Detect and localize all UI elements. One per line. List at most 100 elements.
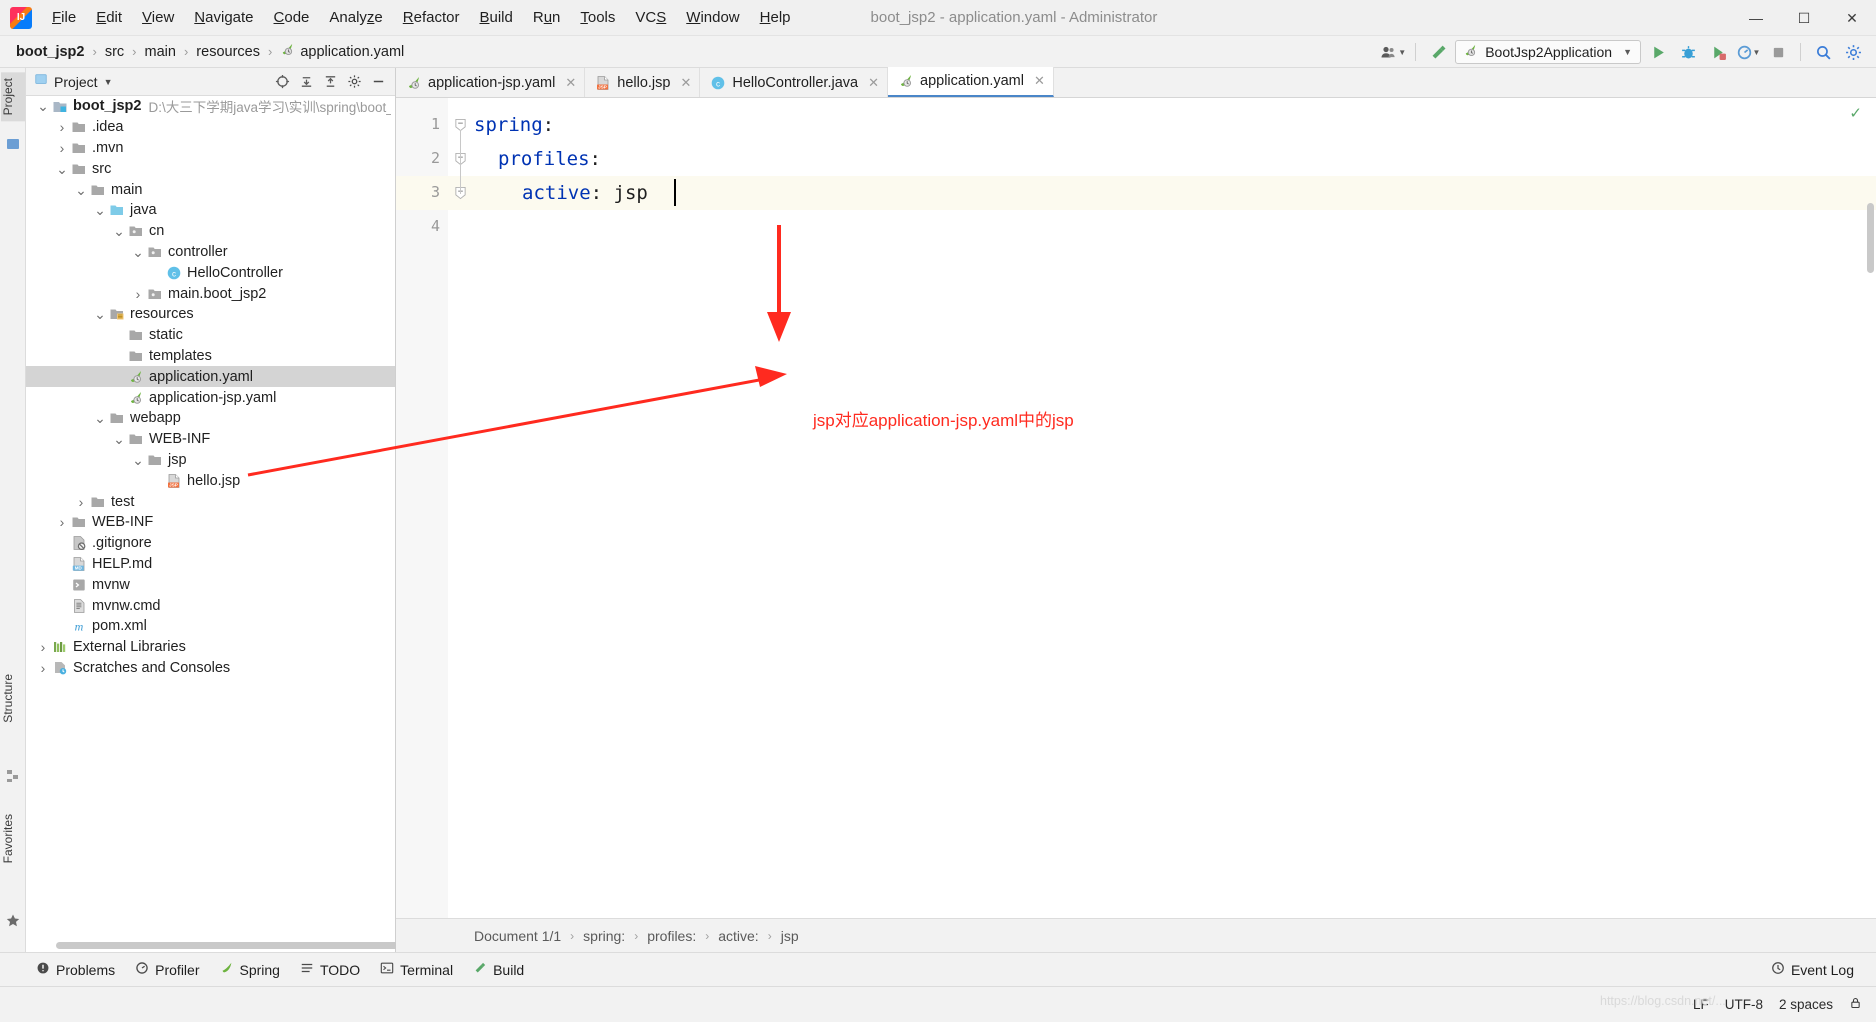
- chevron-right-icon[interactable]: ›: [55, 119, 69, 135]
- chevron-down-icon[interactable]: ⌄: [36, 99, 50, 113]
- close-icon[interactable]: ✕: [680, 75, 691, 91]
- breadcrumb-item-file[interactable]: application.yaml: [276, 40, 408, 63]
- status-indent[interactable]: 2 spaces: [1779, 997, 1833, 1012]
- editor-breadcrumb-jsp[interactable]: jsp: [781, 928, 799, 944]
- inspection-status-icon[interactable]: ✓: [1849, 104, 1862, 122]
- menu-window[interactable]: Window: [676, 6, 749, 30]
- close-icon[interactable]: ✕: [565, 75, 576, 91]
- menu-help[interactable]: Help: [750, 6, 801, 30]
- chevron-right-icon[interactable]: ›: [74, 494, 88, 510]
- maximize-button[interactable]: ☐: [1780, 0, 1828, 36]
- menu-refactor[interactable]: Refactor: [393, 6, 470, 30]
- tree-row-resources[interactable]: ⌄ resources: [26, 304, 395, 325]
- collapse-all-icon[interactable]: [319, 71, 341, 93]
- tree-row-gitignore[interactable]: .gitignore: [26, 533, 395, 554]
- tree-row-help-md[interactable]: MD HELP.md: [26, 554, 395, 575]
- search-everywhere-icon[interactable]: [1810, 40, 1836, 64]
- chevron-right-icon[interactable]: ›: [131, 286, 145, 302]
- tree-row-controller[interactable]: ⌄ controller: [26, 242, 395, 263]
- expand-all-icon[interactable]: [295, 71, 317, 93]
- locate-icon[interactable]: [271, 71, 293, 93]
- stop-icon[interactable]: [1765, 40, 1791, 64]
- chevron-down-icon[interactable]: ⌄: [93, 203, 107, 217]
- tree-row-mvn[interactable]: › .mvn: [26, 138, 395, 159]
- editor-breadcrumb-spring[interactable]: spring:: [583, 928, 625, 944]
- close-icon[interactable]: ✕: [1034, 73, 1045, 89]
- editor-tab-hellocontroller-java[interactable]: c HelloController.java ✕: [700, 68, 888, 97]
- lock-icon[interactable]: [1849, 996, 1862, 1013]
- tree-row-hellocontroller[interactable]: c HelloController: [26, 262, 395, 283]
- chevron-down-icon[interactable]: ⌄: [112, 432, 126, 446]
- editor-tab-hello-jsp[interactable]: JSP hello.jsp ✕: [585, 68, 701, 97]
- menu-edit[interactable]: Edit: [86, 6, 132, 30]
- chevron-down-icon[interactable]: ⌄: [74, 183, 88, 197]
- editor-vertical-scrollbar[interactable]: [1867, 203, 1874, 273]
- chevron-right-icon[interactable]: ›: [36, 660, 50, 676]
- debug-icon[interactable]: [1675, 40, 1701, 64]
- tree-row-jsp[interactable]: ⌄ jsp: [26, 450, 395, 471]
- tree-row-mvnw[interactable]: mvnw: [26, 574, 395, 595]
- code-line-1[interactable]: spring:: [474, 108, 554, 142]
- code-line-3[interactable]: active: jsp: [522, 176, 648, 210]
- bottom-item-spring[interactable]: Spring: [210, 957, 290, 982]
- code-line-2[interactable]: profiles:: [498, 142, 601, 176]
- code-editor[interactable]: 1 spring: 2 profiles: 3 active: jsp 4 ✓: [396, 98, 1876, 918]
- run-with-coverage-icon[interactable]: [1705, 40, 1731, 64]
- stripe-button-project[interactable]: Project: [1, 72, 25, 122]
- tree-row-mvnw-cmd[interactable]: mvnw.cmd: [26, 595, 395, 616]
- bottom-item-build[interactable]: Build: [463, 957, 534, 982]
- status-encoding[interactable]: UTF-8: [1725, 997, 1763, 1012]
- tree-row-src[interactable]: ⌄ src: [26, 158, 395, 179]
- settings-gear-icon[interactable]: [343, 71, 365, 93]
- event-log-button[interactable]: Event Log: [1761, 957, 1864, 982]
- tree-row-boot-jsp2[interactable]: ⌄ boot_jsp2 D:\大三下学期java学习\实训\spring\boot_…: [26, 96, 395, 117]
- editor-breadcrumb-active[interactable]: active:: [718, 928, 758, 944]
- menu-analyze[interactable]: Analyze: [319, 6, 392, 30]
- tree-row-scratches-and-consoles[interactable]: › Scratches and Consoles: [26, 658, 395, 679]
- menu-navigate[interactable]: Navigate: [184, 6, 263, 30]
- project-tree[interactable]: ⌄ boot_jsp2 D:\大三下学期java学习\实训\spring\boot_…: [26, 96, 395, 952]
- editor-breadcrumb-document[interactable]: Document 1/1: [474, 928, 561, 944]
- chevron-down-icon[interactable]: ⌄: [55, 162, 69, 176]
- stripe-button-favorites[interactable]: Favorites: [1, 808, 25, 869]
- chevron-down-icon[interactable]: ⌄: [112, 224, 126, 238]
- menu-vcs[interactable]: VCS: [625, 6, 676, 30]
- menu-build[interactable]: Build: [469, 6, 522, 30]
- chevron-down-icon[interactable]: ⌄: [93, 307, 107, 321]
- tree-row-application-yaml[interactable]: application.yaml: [26, 366, 395, 388]
- chevron-down-icon[interactable]: ⌄: [131, 245, 145, 259]
- breadcrumb-item-src[interactable]: src: [101, 42, 128, 62]
- hide-icon[interactable]: [367, 71, 389, 93]
- chevron-right-icon[interactable]: ›: [36, 639, 50, 655]
- editor-tab-application-jsp-yaml[interactable]: application-jsp.yaml ✕: [396, 68, 586, 97]
- bottom-item-profiler[interactable]: Profiler: [125, 957, 209, 982]
- user-settings-icon[interactable]: ▼: [1380, 40, 1406, 64]
- profile-icon[interactable]: ▼: [1735, 40, 1761, 64]
- menu-file[interactable]: File: [42, 6, 86, 30]
- stripe-button-structure[interactable]: Structure: [1, 668, 25, 729]
- chevron-right-icon[interactable]: ›: [55, 514, 69, 530]
- tree-row-main-boot-jsp2[interactable]: › main.boot_jsp2: [26, 283, 395, 304]
- tree-row-idea[interactable]: › .idea: [26, 117, 395, 138]
- tree-row-webapp[interactable]: ⌄ webapp: [26, 408, 395, 429]
- menu-code[interactable]: Code: [264, 6, 320, 30]
- tree-row-external-libraries[interactable]: › External Libraries: [26, 637, 395, 658]
- run-configuration-selector[interactable]: BootJsp2Application ▼: [1455, 40, 1641, 64]
- run-icon[interactable]: [1645, 40, 1671, 64]
- chevron-down-icon[interactable]: ▼: [104, 77, 113, 87]
- tree-row-web-inf[interactable]: › WEB-INF: [26, 512, 395, 533]
- bottom-item-terminal[interactable]: Terminal: [370, 957, 463, 982]
- chevron-down-icon[interactable]: ⌄: [93, 411, 107, 425]
- breadcrumb-item-main[interactable]: main: [141, 42, 180, 62]
- tree-row-static[interactable]: static: [26, 325, 395, 346]
- breadcrumb-item-project[interactable]: boot_jsp2: [12, 42, 88, 62]
- editor-tab-application-yaml[interactable]: application.yaml ✕: [888, 67, 1054, 97]
- tree-row-web-inf[interactable]: ⌄ WEB-INF: [26, 429, 395, 450]
- tree-row-cn[interactable]: ⌄ cn: [26, 221, 395, 242]
- menu-view[interactable]: View: [132, 6, 184, 30]
- minimize-button[interactable]: —: [1732, 0, 1780, 36]
- bottom-item-problems[interactable]: Problems: [26, 957, 125, 982]
- tree-row-pom-xml[interactable]: m pom.xml: [26, 616, 395, 637]
- tree-row-test[interactable]: › test: [26, 491, 395, 512]
- tree-row-application-jsp-yaml[interactable]: application-jsp.yaml: [26, 387, 395, 408]
